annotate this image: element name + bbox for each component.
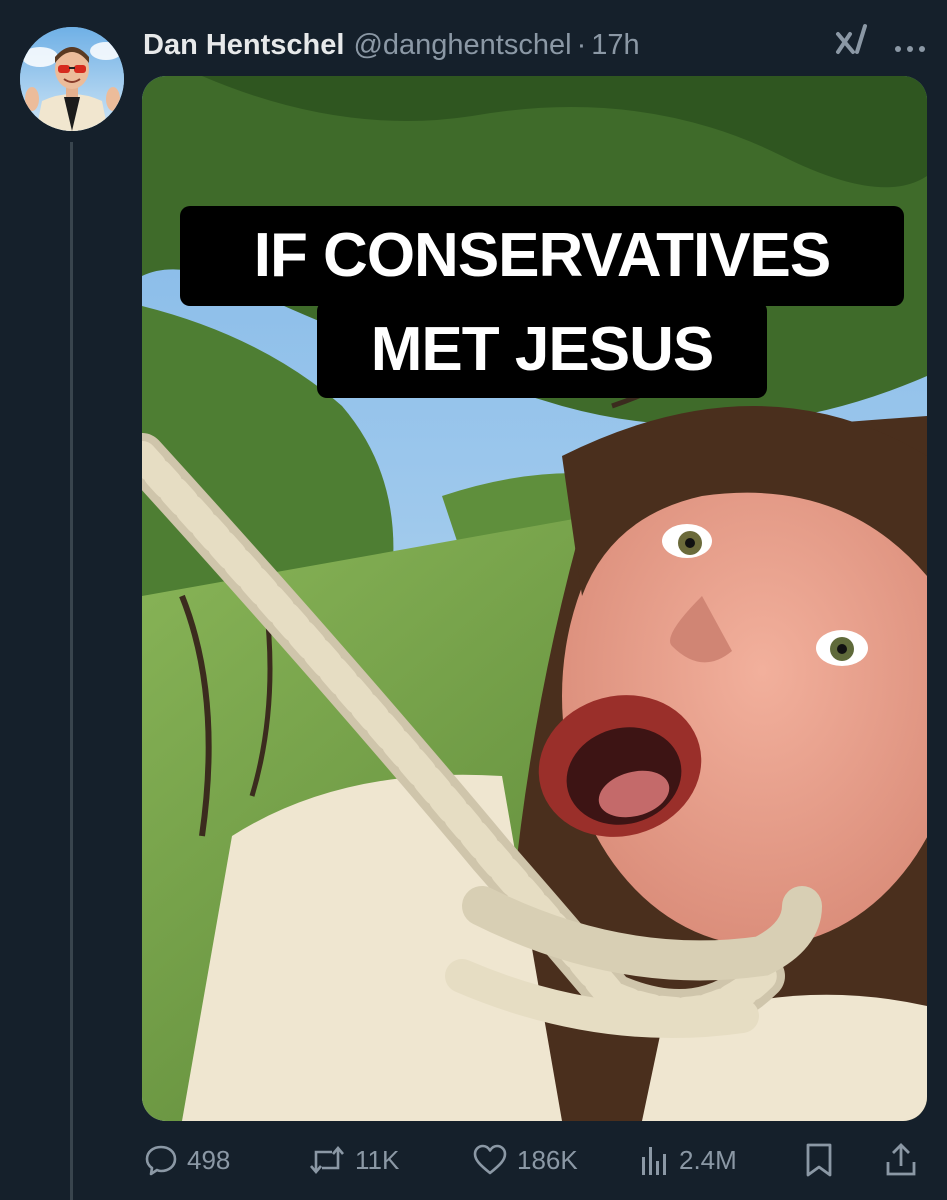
repost-button[interactable]: 11K bbox=[308, 1138, 399, 1182]
share-icon bbox=[884, 1142, 918, 1178]
share-button[interactable] bbox=[884, 1138, 918, 1182]
reply-icon bbox=[144, 1143, 178, 1177]
post-header: Dan Hentschel @danghentschel · 17h bbox=[143, 22, 927, 68]
avatar[interactable] bbox=[20, 27, 124, 131]
repost-icon bbox=[308, 1143, 346, 1177]
bookmark-button[interactable] bbox=[804, 1138, 834, 1182]
heart-icon bbox=[472, 1143, 508, 1177]
author-handle[interactable]: @danghentschel bbox=[353, 29, 571, 62]
more-icon[interactable] bbox=[893, 29, 927, 62]
post-media-image[interactable]: IF CONSERVATIVES MET JESUS bbox=[142, 76, 927, 1121]
grok-icon[interactable] bbox=[833, 22, 871, 68]
avatar-photo-icon bbox=[20, 27, 124, 131]
meme-caption-line-2: MET JESUS bbox=[317, 301, 767, 398]
views-count: 2.4M bbox=[679, 1144, 737, 1175]
like-button[interactable]: 186K bbox=[472, 1138, 578, 1182]
thread-line bbox=[70, 142, 73, 1200]
views-chart-icon bbox=[640, 1143, 670, 1177]
author-display-name[interactable]: Dan Hentschel bbox=[143, 29, 344, 62]
views-button[interactable]: 2.4M bbox=[640, 1138, 737, 1182]
like-count: 186K bbox=[517, 1144, 578, 1175]
post-timestamp[interactable]: 17h bbox=[591, 29, 639, 62]
reply-button[interactable]: 498 bbox=[144, 1138, 230, 1182]
separator-dot: · bbox=[576, 28, 587, 61]
bookmark-icon bbox=[804, 1142, 834, 1178]
meme-caption-line-1: IF CONSERVATIVES bbox=[180, 206, 904, 306]
post-action-bar: 498 11K 186K 2.4M bbox=[142, 1138, 927, 1182]
repost-count: 11K bbox=[355, 1144, 400, 1175]
reply-count: 498 bbox=[187, 1144, 231, 1175]
